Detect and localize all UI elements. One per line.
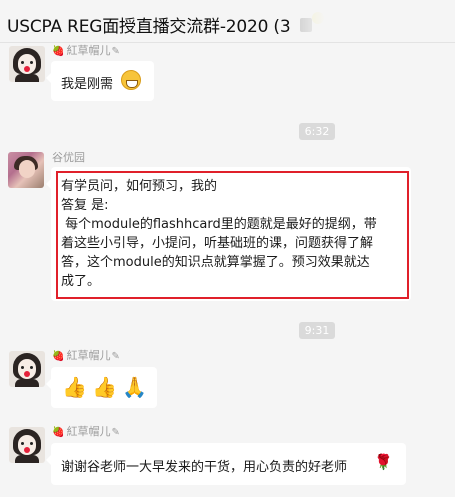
pencil-icon: ✎ bbox=[111, 351, 120, 362]
message-text: 我是刚需 bbox=[61, 77, 114, 92]
message-bubble[interactable]: 我是刚需 bbox=[46, 61, 154, 101]
strawberry-icon: 🍓 bbox=[52, 427, 65, 438]
message-bubble[interactable]: 👍 👍 🙏 bbox=[46, 367, 157, 408]
rose-icon: 🌹 bbox=[374, 453, 393, 471]
thumbs-up-icon: 👍 bbox=[92, 375, 117, 399]
highlight-box bbox=[56, 171, 409, 299]
avatar[interactable] bbox=[9, 427, 45, 463]
timestamp: 9:31 bbox=[299, 322, 335, 339]
avatar[interactable] bbox=[8, 152, 44, 188]
chat-title: USCPA REG面授直播交流群-2020 (3 bbox=[7, 17, 291, 37]
title-fade bbox=[296, 10, 326, 34]
sender-name: 🍓 紅草帽儿✎ bbox=[52, 425, 120, 438]
message-bubble[interactable]: 谢谢谷老师一大早发来的干货，用心负责的好老师 🌹 bbox=[46, 443, 406, 485]
avatar[interactable] bbox=[9, 351, 45, 387]
pencil-icon: ✎ bbox=[111, 46, 120, 57]
clap-icon: 🙏 bbox=[122, 375, 147, 399]
avatar[interactable] bbox=[9, 46, 45, 82]
message-text: 谢谢谷老师一大早发来的干货，用心负责的好老师 bbox=[61, 460, 348, 475]
strawberry-icon: 🍓 bbox=[52, 46, 65, 57]
pencil-icon: ✎ bbox=[111, 427, 120, 438]
sender-name: 🍓 紅草帽儿✎ bbox=[52, 349, 120, 362]
grin-icon bbox=[121, 70, 141, 90]
chat-title-bar: USCPA REG面授直播交流群-2020 (3 bbox=[0, 0, 455, 43]
sender-name: 🍓 紅草帽儿✎ bbox=[52, 44, 120, 57]
timestamp: 6:32 bbox=[299, 123, 335, 140]
sender-name: 谷优园 bbox=[52, 151, 85, 164]
strawberry-icon: 🍓 bbox=[52, 351, 65, 362]
thumbs-up-icon: 👍 bbox=[62, 375, 87, 399]
